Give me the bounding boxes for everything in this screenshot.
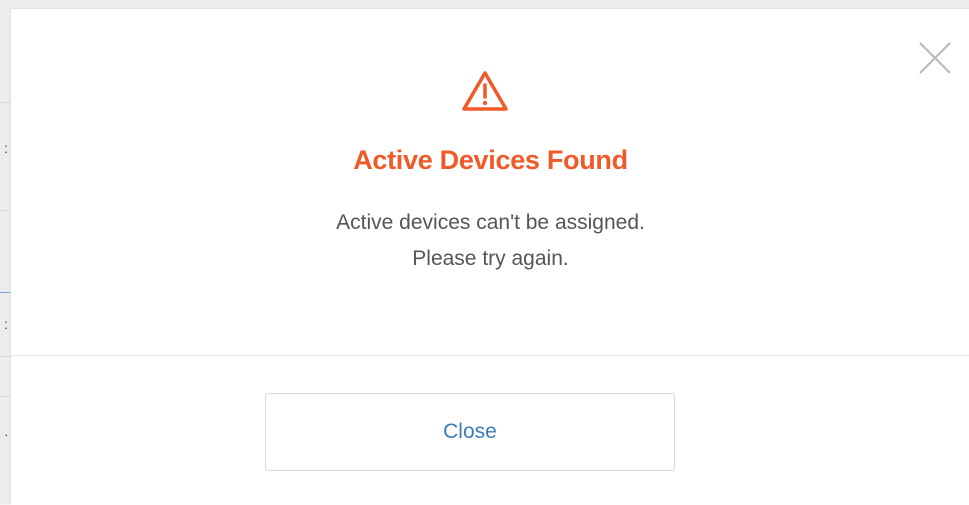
background-fragment: : (4, 316, 8, 332)
message-line: Please try again. (412, 247, 569, 270)
dialog-title: Active Devices Found (353, 145, 628, 175)
close-icon[interactable] (918, 41, 952, 75)
background-divider (0, 210, 10, 211)
background-fragment: : (4, 140, 8, 156)
background-fragment: · (4, 426, 9, 442)
background-divider (0, 292, 10, 293)
close-button[interactable]: Close (265, 393, 675, 471)
dialog-body: Active Devices Found Active devices can'… (11, 9, 969, 355)
alert-dialog: Active Devices Found Active devices can'… (10, 8, 969, 505)
background-divider (0, 102, 10, 103)
message-line: Active devices can't be assigned. (336, 211, 645, 234)
warning-triangle-icon (460, 69, 510, 113)
dialog-footer: Close (11, 356, 969, 505)
background-divider (0, 356, 10, 357)
background-divider (0, 396, 10, 397)
dialog-message: Active devices can't be assigned. Please… (11, 205, 969, 277)
